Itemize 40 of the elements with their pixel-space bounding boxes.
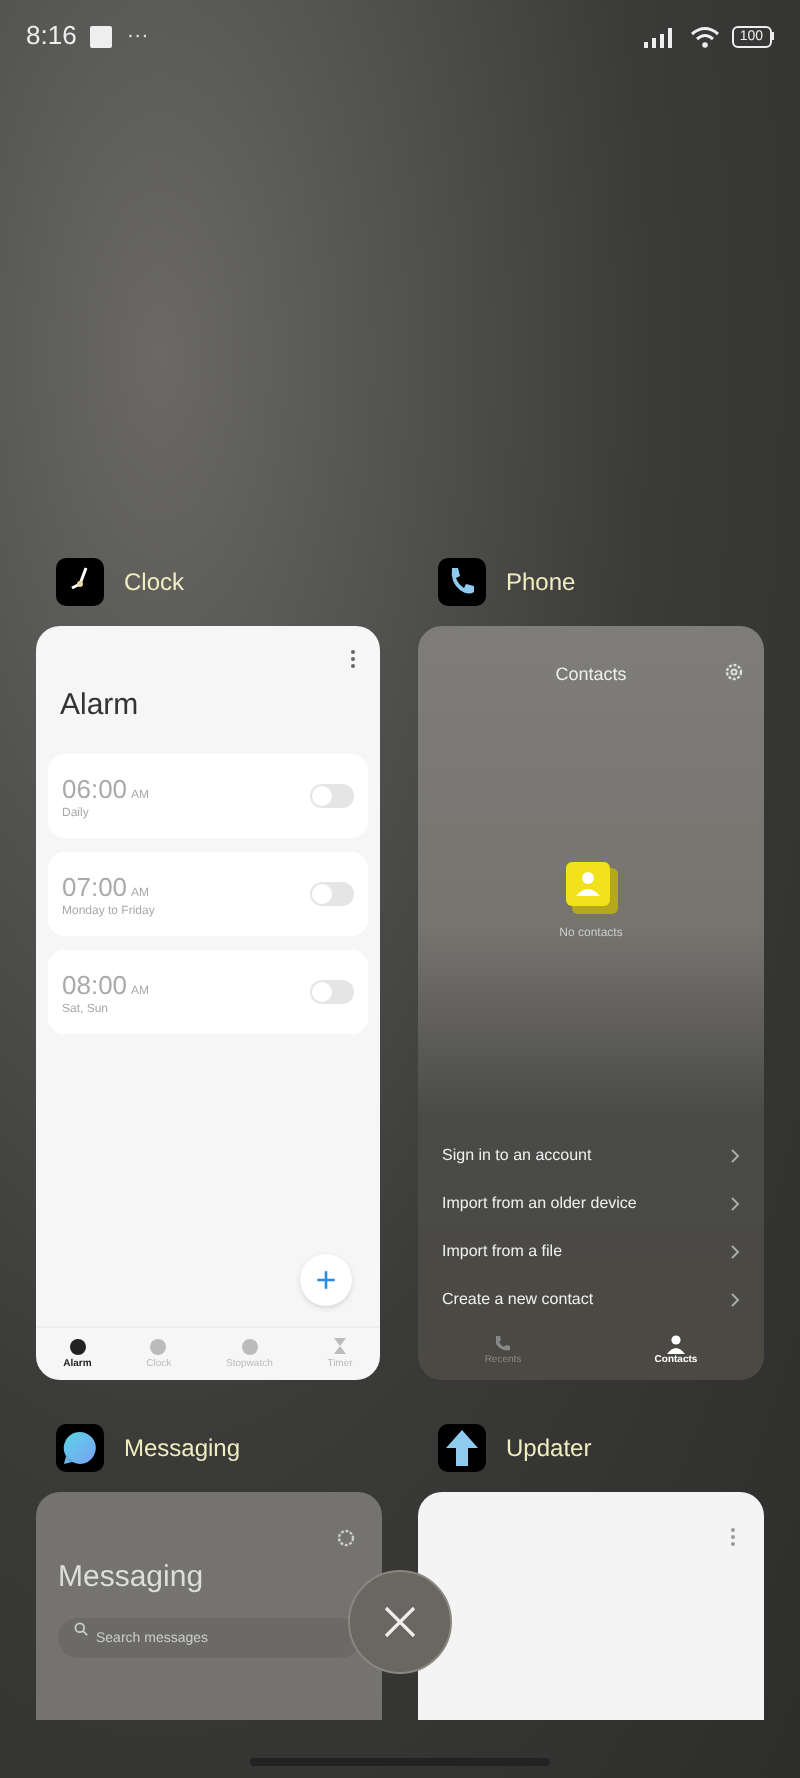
chevron-right-icon: [730, 1147, 740, 1163]
search-icon: [74, 1622, 88, 1636]
notification-icon: [90, 25, 113, 47]
status-time: 8:16: [26, 18, 77, 55]
more-icon[interactable]: [350, 650, 356, 668]
chevron-right-icon: [730, 1195, 740, 1211]
app-name: Clock: [124, 566, 185, 600]
more-notifications: ···: [126, 21, 149, 52]
wifi-icon: [689, 25, 720, 47]
chevron-right-icon: [730, 1291, 740, 1307]
phone-icon: [492, 1333, 513, 1353]
close-icon: [384, 1606, 416, 1638]
signal-icon: [643, 25, 678, 47]
toggle-switch[interactable]: [310, 979, 354, 1003]
app-name: Phone: [506, 566, 576, 600]
app-preview[interactable]: [418, 1492, 764, 1720]
contact-icon: [565, 861, 617, 913]
menu-item[interactable]: Import from a file: [442, 1239, 563, 1263]
menu-item[interactable]: Sign in to an account: [442, 1143, 592, 1167]
more-icon[interactable]: [730, 1528, 736, 1546]
menu-item[interactable]: Create a new contact: [442, 1287, 594, 1311]
alarm-time: 06:00: [62, 771, 128, 807]
alarm-time: 08:00: [62, 967, 128, 1003]
chevron-right-icon: [730, 1243, 740, 1259]
alarm-time: 07:00: [62, 869, 128, 905]
add-button[interactable]: +: [300, 1253, 352, 1305]
settings-icon[interactable]: [724, 662, 744, 682]
screen-title: Alarm: [58, 686, 141, 726]
toggle-switch[interactable]: [310, 783, 354, 807]
menu-item[interactable]: Import from an older device: [442, 1191, 637, 1215]
settings-icon[interactable]: [336, 1528, 356, 1548]
chat-bubble-icon: [56, 1424, 104, 1472]
person-icon: [665, 1333, 686, 1353]
app-name: Updater: [506, 1432, 592, 1466]
hourglass-icon: [330, 1335, 350, 1355]
screen-title: Contacts: [555, 662, 627, 688]
app-name: Messaging: [124, 1432, 241, 1466]
screen-title: Messaging: [58, 1558, 206, 1598]
toggle-switch[interactable]: [310, 881, 354, 905]
phone-icon: [438, 558, 486, 606]
